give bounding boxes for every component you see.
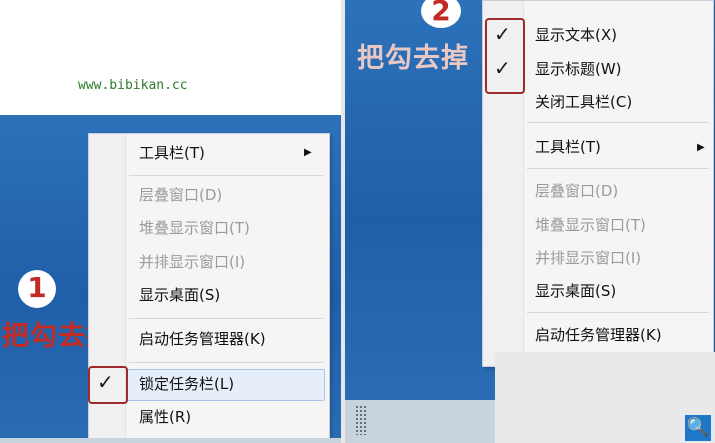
menu-item-stacked[interactable]: 堆叠显示窗口(T) xyxy=(535,213,646,237)
watermark-overlay xyxy=(495,352,715,443)
left-screenshot: www.bibikan.cc 1 把勾去掉 工具栏(T) ▶ 层叠窗口(D) 堆… xyxy=(0,0,341,443)
submenu-arrow-icon: ▶ xyxy=(304,147,312,158)
watermark-url: www.bibikan.cc xyxy=(78,78,188,93)
check-icon: ✓ xyxy=(97,370,114,394)
menu-item-show-title[interactable]: 显示标题(W) xyxy=(535,57,622,81)
menu-item-task-manager[interactable]: 启动任务管理器(K) xyxy=(139,327,266,351)
submenu-arrow-icon: ▶ xyxy=(697,142,705,153)
menu-item-properties[interactable]: 属性(R) xyxy=(139,405,191,429)
taskbar xyxy=(0,438,341,443)
menu-item-stacked[interactable]: 堆叠显示窗口(T) xyxy=(139,216,250,240)
menu-item-cascade[interactable]: 层叠窗口(D) xyxy=(139,183,222,207)
menu-item-toolbars[interactable]: 工具栏(T) xyxy=(535,135,601,159)
menu-item-show-desktop[interactable]: 显示桌面(S) xyxy=(139,283,220,307)
menu-item-side-by-side[interactable]: 并排显示窗口(I) xyxy=(535,246,641,270)
instruction-text: 把勾去掉 xyxy=(357,43,469,74)
menu-item-cascade[interactable]: 层叠窗口(D) xyxy=(535,179,618,203)
check-icon: ✓ xyxy=(494,22,511,46)
menu-item-side-by-side[interactable]: 并排显示窗口(I) xyxy=(139,250,245,274)
step-number-badge: 1 xyxy=(18,270,56,308)
check-icon: ✓ xyxy=(494,56,511,80)
menu-item-toolbars[interactable]: 工具栏(T) xyxy=(139,141,205,165)
menu-item-close-toolbar[interactable]: 关闭工具栏(C) xyxy=(535,90,632,114)
search-icon[interactable]: 🔍 xyxy=(685,415,711,441)
menu-item-task-manager[interactable]: 启动任务管理器(K) xyxy=(535,323,662,347)
menu-item-lock-taskbar[interactable]: 锁定任务栏(L) xyxy=(139,372,234,396)
right-screenshot: 2 把勾去掉 显示文本(X) 显示标题(W) 关闭工具栏(C) 工具栏(T) ▶… xyxy=(345,0,715,443)
taskbar-grip-handle[interactable] xyxy=(355,405,367,435)
menu-item-show-desktop[interactable]: 显示桌面(S) xyxy=(535,279,616,303)
menu-item-show-text[interactable]: 显示文本(X) xyxy=(535,23,617,47)
